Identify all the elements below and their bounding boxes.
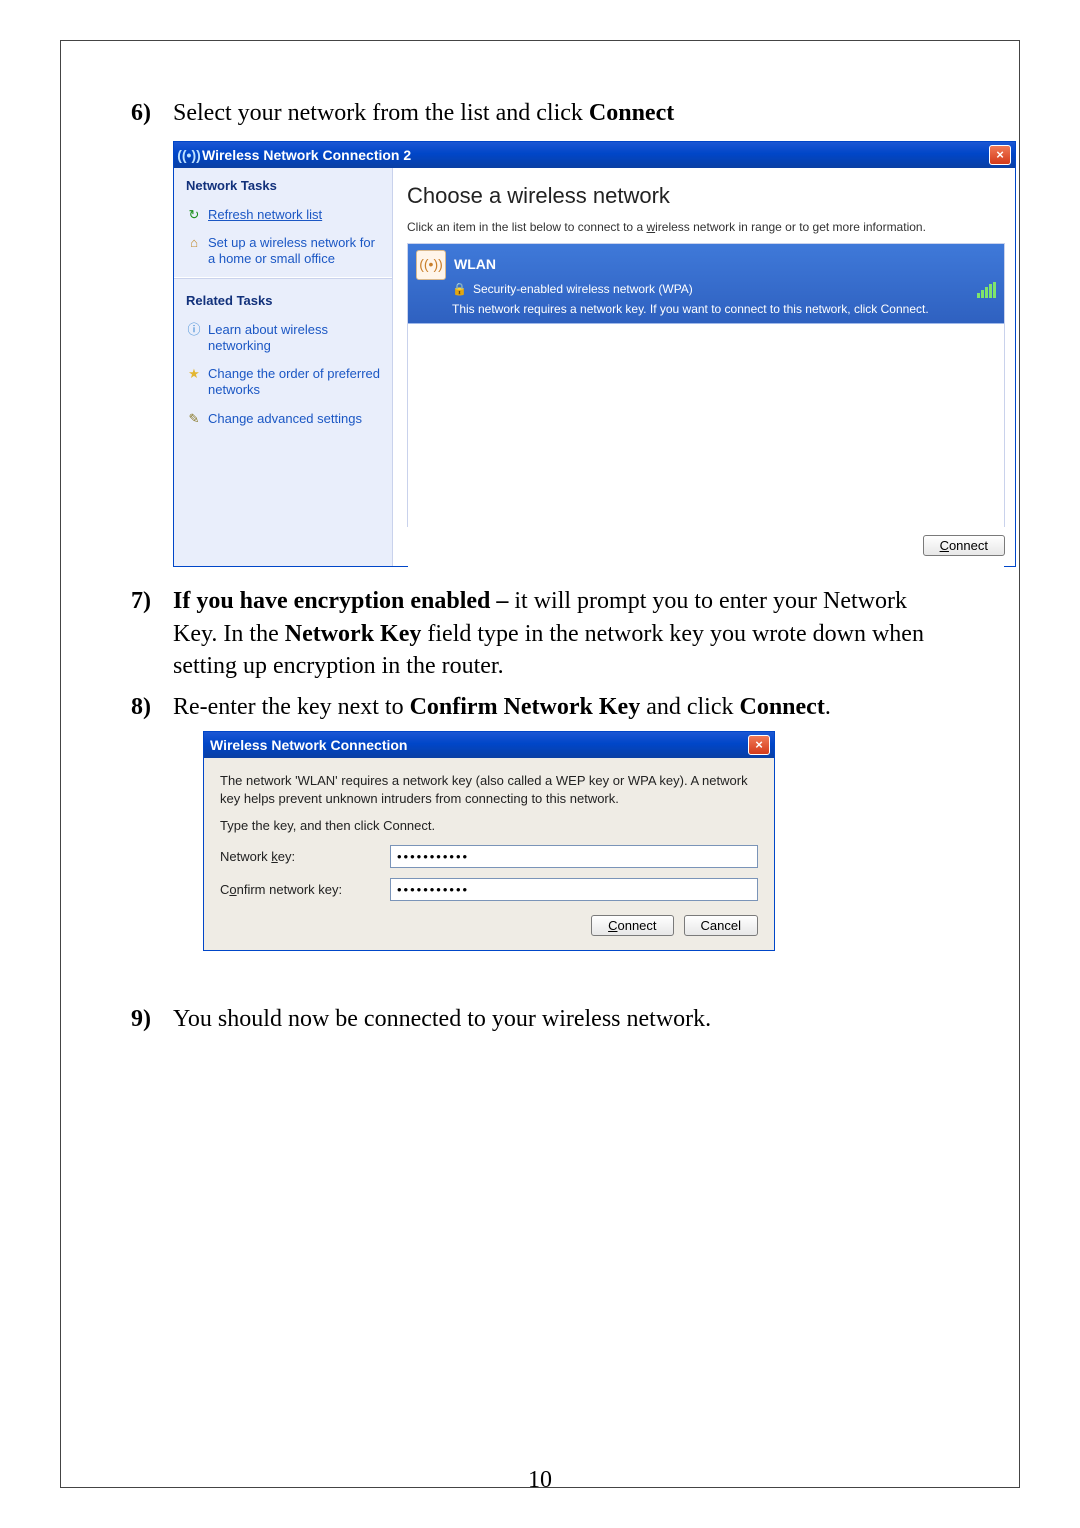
- sidebar: Network Tasks ↻ Refresh network list ⌂ S…: [174, 168, 393, 566]
- link-label: Learn about wireless networking: [208, 322, 380, 355]
- dialog-instruction: Type the key, and then click Connect.: [220, 817, 758, 835]
- advanced-settings-link[interactable]: ✎ Change advanced settings: [174, 405, 392, 433]
- titlebar: ((•)) Wireless Network Connection 2 ×: [174, 142, 1015, 168]
- network-key-label: Network key:: [220, 849, 390, 864]
- dialog-title: Wireless Network Connection: [210, 737, 407, 753]
- network-key-dialog: Wireless Network Connection × The networ…: [203, 731, 775, 951]
- confirm-key-label: Confirm network key:: [220, 882, 390, 897]
- link-label: Change the order of preferred networks: [208, 366, 380, 399]
- cancel-button[interactable]: Cancel: [684, 915, 758, 936]
- network-key-row: Network key:: [220, 845, 758, 868]
- dialog-message: The network 'WLAN' requires a network ke…: [220, 772, 758, 807]
- confirm-key-input[interactable]: [390, 878, 758, 901]
- refresh-icon: ↻: [186, 207, 202, 223]
- close-button[interactable]: ×: [748, 735, 770, 755]
- network-name: WLAN: [454, 256, 496, 274]
- antenna-icon: ((•)): [416, 250, 446, 280]
- window-title: Wireless Network Connection 2: [202, 147, 411, 165]
- step-8: 8) Re-enter the key next to Confirm Netw…: [131, 691, 949, 723]
- step-9: 9) You should now be connected to your w…: [131, 1003, 949, 1035]
- panel-subtitle: Click an item in the list below to conne…: [407, 220, 1005, 235]
- step-7: 7) If you have encryption enabled – it w…: [131, 585, 949, 682]
- connect-button[interactable]: Connect: [923, 535, 1005, 556]
- lock-icon: 🔒: [452, 282, 467, 297]
- setup-network-link[interactable]: ⌂ Set up a wireless network for a home o…: [174, 229, 392, 274]
- wireless-icon: ((•)): [180, 146, 198, 164]
- step-text: Select your network from the list and cl…: [173, 97, 949, 129]
- signal-icon: [977, 282, 996, 298]
- network-list: ((•)) WLAN 🔒 Security-enabled wireless n…: [407, 243, 1005, 528]
- confirm-key-row: Confirm network key:: [220, 878, 758, 901]
- main-panel: Choose a wireless network Click an item …: [393, 168, 1015, 566]
- step-6: 6) Select your network from the list and…: [131, 97, 949, 129]
- link-label: Set up a wireless network for a home or …: [208, 235, 380, 268]
- wireless-window: ((•)) Wireless Network Connection 2 × Ne…: [173, 141, 1016, 567]
- star-icon: ★: [186, 366, 202, 382]
- learn-link[interactable]: ⓘ Learn about wireless networking: [174, 316, 392, 361]
- titlebar: Wireless Network Connection ×: [204, 732, 774, 758]
- sidebar-section-title: Network Tasks: [174, 168, 392, 200]
- close-button[interactable]: ×: [989, 145, 1011, 165]
- step-number: 6): [131, 97, 173, 129]
- gear-icon: ✎: [186, 411, 202, 427]
- network-message: This network requires a network key. If …: [452, 302, 996, 317]
- network-security: Security-enabled wireless network (WPA): [473, 282, 693, 297]
- info-icon: ⓘ: [186, 322, 202, 338]
- panel-title: Choose a wireless network: [407, 182, 1005, 210]
- sidebar-section-title: Related Tasks: [174, 283, 392, 315]
- page-number: 10: [0, 1467, 1080, 1494]
- home-icon: ⌂: [186, 235, 202, 251]
- network-item[interactable]: ((•)) WLAN 🔒 Security-enabled wireless n…: [408, 244, 1004, 324]
- link-label: Change advanced settings: [208, 411, 362, 427]
- refresh-network-list-link[interactable]: ↻ Refresh network list: [174, 201, 392, 229]
- network-key-input[interactable]: [390, 845, 758, 868]
- change-order-link[interactable]: ★ Change the order of preferred networks: [174, 360, 392, 405]
- connect-button[interactable]: Connect: [591, 915, 673, 936]
- link-label: Refresh network list: [208, 207, 322, 223]
